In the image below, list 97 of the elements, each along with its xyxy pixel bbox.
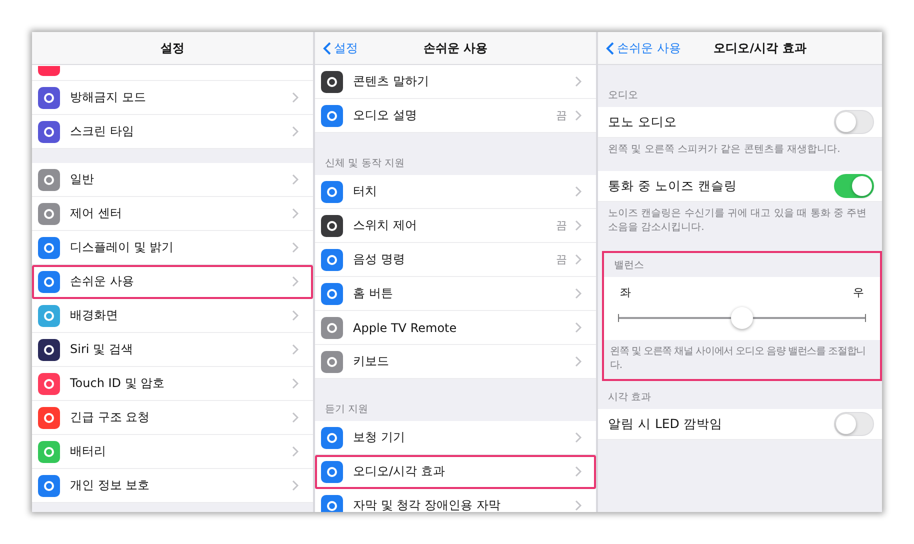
chevron-icon (292, 344, 299, 355)
settings-row[interactable]: Touch ID 및 암호 (32, 367, 313, 401)
row-label: 스위치 제어 (353, 217, 418, 234)
chevron-icon (575, 288, 582, 299)
toggle-switch[interactable] (834, 174, 874, 198)
toggle-switch[interactable] (834, 110, 874, 134)
row-label: 개인 정보 보호 (70, 477, 151, 494)
chevron-icon (575, 322, 582, 333)
settings-row[interactable]: 자막 및 청각 장애인용 자막 (315, 489, 596, 512)
chevron-icon (292, 480, 299, 491)
row-label: 알림 시 LED 깜박임 (608, 416, 724, 432)
chevron-icon (292, 446, 299, 457)
settings-row[interactable]: 긴급 구조 요청 (32, 401, 313, 435)
chevron-icon (292, 412, 299, 423)
settings-row[interactable]: 오디오 설명 끔 (315, 99, 596, 133)
row-label: Siri 및 검색 (70, 341, 134, 358)
settings-row[interactable]: 터치 (315, 175, 596, 209)
footer-note: 노이즈 캔슬링은 수신기를 귀에 대고 있을 때 통화 중 주변 소음을 감소시킵니다. (607, 207, 868, 235)
row-label: 배경화면 (70, 307, 119, 324)
chevron-icon (292, 126, 299, 137)
chevron-icon (575, 466, 582, 477)
row-value: 끔 (556, 108, 567, 123)
settings-row[interactable]: 보청 기기 (315, 421, 596, 455)
row-label: 통화 중 노이즈 캔슬링 (608, 178, 738, 194)
row-label: 방해금지 모드 (70, 89, 147, 106)
section-header: 오디오 (607, 89, 639, 103)
chevron-icon (292, 174, 299, 185)
screen-title: 설정 (160, 40, 184, 56)
chevron-icon (575, 500, 582, 511)
row-label: 홈 버튼 (353, 285, 394, 302)
back-chevron-icon (323, 42, 331, 55)
settings-row[interactable]: 배경화면 (32, 299, 313, 333)
settings-row[interactable]: 배터리 (32, 435, 313, 469)
row-value: 끔 (556, 252, 567, 267)
row-label: 키보드 (353, 353, 390, 370)
row-value: 끔 (556, 218, 567, 233)
chevron-icon (575, 110, 582, 121)
row-label: Apple TV Remote (353, 320, 458, 334)
row-label: 배터리 (70, 443, 107, 460)
back-button[interactable]: 설정 (321, 38, 360, 59)
row-label: 콘텐츠 말하기 (353, 73, 430, 90)
back-button[interactable]: 손쉬운 사용 (604, 38, 683, 59)
row-label: 디스플레이 및 밝기 (70, 239, 175, 256)
settings-row[interactable]: 개인 정보 보호 (32, 469, 313, 503)
settings-row[interactable] (32, 65, 313, 81)
settings-row[interactable]: Siri 및 검색 (32, 333, 313, 367)
row-label: 음성 명령 (353, 251, 406, 268)
section-header: 듣기 지원 (324, 403, 370, 417)
settings-row[interactable]: 손쉬운 사용 (32, 265, 313, 299)
toggle-switch[interactable] (834, 412, 874, 436)
settings-row[interactable]: 일반 (32, 163, 313, 197)
row-label: 오디오 설명 (353, 107, 418, 124)
screen-title: 손쉬운 사용 (423, 40, 488, 56)
settings-row[interactable]: 키보드 (315, 345, 596, 379)
settings-row[interactable]: 오디오/시각 효과 (315, 455, 596, 489)
chevron-icon (292, 310, 299, 321)
section-header: 신체 및 동작 지원 (324, 157, 406, 171)
slider-thumb[interactable] (731, 307, 753, 329)
section-header: 밸런스 (613, 259, 645, 273)
row-label: 보청 기기 (353, 429, 406, 446)
settings-row[interactable]: 방해금지 모드 (32, 81, 313, 115)
back-chevron-icon (606, 42, 614, 55)
row-label: 오디오/시각 효과 (353, 463, 446, 480)
settings-row[interactable]: 스크린 타임 (32, 115, 313, 149)
chevron-icon (292, 92, 299, 103)
footer-note: 왼쪽 및 오른쪽 채널 사이에서 오디오 음량 밸런스를 조절합니다. (609, 345, 867, 373)
chevron-icon (575, 76, 582, 87)
chevron-icon (292, 208, 299, 219)
chevron-icon (575, 220, 582, 231)
footer-note: 왼쪽 및 오른쪽 스피커가 같은 콘텐츠를 재생합니다. (607, 143, 842, 157)
row-label: 스크린 타임 (70, 123, 135, 140)
row-label: 긴급 구조 요청 (70, 409, 151, 426)
chevron-icon (292, 276, 299, 287)
chevron-icon (292, 378, 299, 389)
chevron-icon (292, 242, 299, 253)
row-label: 손쉬운 사용 (70, 273, 135, 290)
row-label: 자막 및 청각 장애인용 자막 (353, 497, 502, 512)
row-label: 제어 센터 (70, 205, 123, 222)
chevron-icon (575, 254, 582, 265)
row-label: 터치 (353, 183, 378, 200)
settings-row[interactable]: 콘텐츠 말하기 (315, 65, 596, 99)
settings-row[interactable]: 홈 버튼 (315, 277, 596, 311)
row-label: 모노 오디오 (608, 114, 678, 130)
row-label: Touch ID 및 암호 (70, 375, 166, 392)
row-label: 일반 (70, 171, 95, 188)
settings-row[interactable]: 스위치 제어 끔 (315, 209, 596, 243)
chevron-icon (575, 356, 582, 367)
left-label: 좌 (620, 285, 631, 300)
settings-row[interactable]: Apple TV Remote (315, 311, 596, 345)
section-header: 시각 효과 (607, 391, 652, 405)
right-label: 우 (853, 285, 864, 300)
chevron-icon (575, 432, 582, 443)
settings-row[interactable]: 디스플레이 및 밝기 (32, 231, 313, 265)
chevron-icon (575, 186, 582, 197)
settings-row[interactable]: 제어 센터 (32, 197, 313, 231)
settings-row[interactable]: 음성 명령 끔 (315, 243, 596, 277)
screen-title: 오디오/시각 효과 (714, 40, 806, 56)
